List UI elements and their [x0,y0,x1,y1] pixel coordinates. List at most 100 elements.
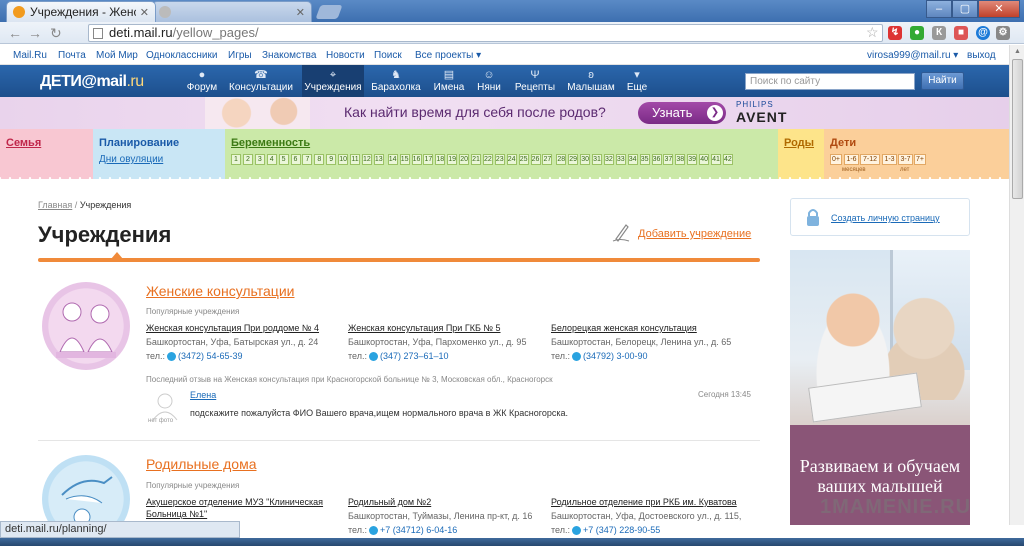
banner-learn-button[interactable]: Узнать ❯ [638,102,726,124]
pregnancy-week-link[interactable]: 29 [568,154,579,165]
pregnancy-week-link[interactable]: 41 [711,154,721,165]
pregnancy-week-link[interactable]: 37 [663,154,674,165]
nav-kids[interactable]: ʚ Малышам [566,69,616,95]
scroll-up-icon[interactable]: ▲ [1014,48,1021,55]
pregnancy-week-link[interactable]: 17 [423,154,434,165]
skype-icon[interactable] [368,526,378,536]
nav-forum[interactable]: ● Форум [184,69,220,95]
create-personal-page-link[interactable]: Создать личную страницу [831,213,940,223]
review-author[interactable]: Елена [190,390,216,400]
category-planning-link[interactable]: Планирование [99,137,179,149]
pregnancy-week-link[interactable]: 26 [530,154,541,165]
extension-icon[interactable]: ● [910,26,924,40]
user-menu[interactable]: virosa999@mail.ru ▾ [867,50,958,61]
pregnancy-week-link[interactable]: 5 [278,154,289,165]
nav-consultations[interactable]: ☎ Консультации [228,69,294,95]
pregnancy-week-link[interactable]: 15 [399,154,410,165]
skype-icon[interactable] [166,352,176,362]
browser-tab-active[interactable]: Учреждения - Женск ✕ [6,1,156,22]
phone-number[interactable]: +7 (34712) 6-04-16 [380,525,457,535]
category-kids-link[interactable]: Дети [830,137,856,149]
kids-age-link[interactable]: 7+ [914,154,926,165]
sidebar-ad[interactable]: Развиваем и обучаем ваших малышей [790,250,970,525]
pregnancy-week-link[interactable]: 28 [556,154,567,165]
nav-names[interactable]: ▤ Имена [430,69,468,95]
pregnancy-week-link[interactable]: 42 [722,154,733,165]
maximize-icon[interactable]: ▢ [952,0,978,18]
pregnancy-week-link[interactable]: 39 [687,154,698,165]
pregnancy-week-link[interactable]: 23 [494,154,505,165]
logout-link[interactable]: выход [967,50,996,61]
bookmark-star-icon[interactable]: ☆ [866,24,879,41]
forward-arrow-icon[interactable]: → [28,25,42,41]
pregnancy-week-link[interactable]: 32 [603,154,614,165]
extension-icon[interactable]: К [932,26,946,40]
add-institution-link[interactable]: Добавить учреждение [638,228,751,240]
portal-link[interactable]: Мой Мир [96,50,138,61]
ad-banner[interactable]: Как найти время для себя после родов? Уз… [0,97,1009,129]
breadcrumb-home[interactable]: Главная [38,200,72,210]
nav-nannies[interactable]: ☺ Няни [474,69,504,95]
category-pregnancy-link[interactable]: Беременность [231,137,310,149]
pregnancy-week-link[interactable]: 7 [302,154,313,165]
pregnancy-week-link[interactable]: 22 [482,154,493,165]
pregnancy-week-link[interactable]: 8 [314,154,325,165]
phone-number[interactable]: (34792) 3-00-90 [583,351,648,361]
pregnancy-week-link[interactable]: 19 [447,154,458,165]
nav-flea-market[interactable]: ♞ Барахолка [368,69,424,95]
extension-icon[interactable]: ■ [954,26,968,40]
browser-tab[interactable]: ✕ [152,1,312,22]
scrollbar-thumb[interactable] [1012,59,1023,199]
portal-link[interactable]: Одноклассники [146,50,217,61]
pregnancy-week-link[interactable]: 25 [518,154,529,165]
phone-number[interactable]: (3472) 54-65-39 [178,351,243,361]
nav-recipes[interactable]: Ψ Рецепты [512,69,558,95]
institution-name[interactable]: Родильный дом №2 [348,496,548,508]
portal-link[interactable]: Поиск [374,50,402,61]
pregnancy-week-link[interactable]: 30 [580,154,591,165]
minimize-icon[interactable]: – [926,0,952,18]
pregnancy-week-link[interactable]: 24 [506,154,517,165]
pregnancy-week-link[interactable]: 9 [326,154,337,165]
pregnancy-week-link[interactable]: 34 [627,154,638,165]
institution-name[interactable]: Родильное отделение при РКБ им. Куватова [551,496,751,508]
institution-name[interactable]: Женская консультация При роддоме № 4 [146,322,346,334]
portal-link[interactable]: Почта [58,50,86,61]
pregnancy-week-link[interactable]: 27 [542,154,553,165]
kids-age-link[interactable]: 7-12 [860,154,880,165]
section-title-consultations[interactable]: Женские консультации [146,283,294,299]
pregnancy-week-link[interactable]: 12 [361,154,372,165]
site-logo[interactable]: ДЕТИ@mail.ru [40,73,144,91]
back-arrow-icon[interactable]: ← [8,25,22,41]
portal-link[interactable]: Новости [326,50,365,61]
pregnancy-week-link[interactable]: 38 [675,154,686,165]
nav-more[interactable]: ▾ Еще [624,69,650,95]
institution-name[interactable]: Белорецкая женская консультация [551,322,751,334]
pregnancy-week-link[interactable]: 36 [651,154,662,165]
extension-icon[interactable]: ↯ [888,26,902,40]
search-button[interactable]: Найти [921,72,964,90]
section-title-maternity[interactable]: Родильные дома [146,456,257,472]
pregnancy-week-link[interactable]: 21 [471,154,481,165]
pregnancy-week-link[interactable]: 10 [338,154,349,165]
nav-institutions[interactable]: ⌖ Учреждения [302,65,364,97]
pregnancy-week-link[interactable]: 1 [231,154,241,165]
pregnancy-week-link[interactable]: 33 [615,154,626,165]
close-tab-icon[interactable]: ✕ [140,6,149,19]
skype-icon[interactable] [571,526,581,536]
vertical-scrollbar[interactable]: ▲ [1009,45,1024,525]
pregnancy-week-link[interactable]: 11 [350,154,360,165]
close-window-icon[interactable]: ✕ [978,0,1020,18]
category-family-link[interactable]: Семья [6,137,41,149]
pregnancy-week-link[interactable]: 31 [592,154,602,165]
all-projects-link[interactable]: Все проекты ▾ [415,50,481,61]
phone-number[interactable]: (347) 273–61–10 [380,351,449,361]
pregnancy-week-link[interactable]: 13 [373,154,384,165]
pregnancy-week-link[interactable]: 35 [639,154,650,165]
address-bar[interactable]: deti.mail.ru/yellow_pages/ [88,24,883,42]
new-tab-button[interactable] [315,5,343,19]
pregnancy-week-link[interactable]: 6 [290,154,301,165]
kids-age-link[interactable]: 1-6 [844,154,859,165]
pregnancy-week-link[interactable]: 18 [435,154,446,165]
portal-link[interactable]: Знакомства [262,50,316,61]
